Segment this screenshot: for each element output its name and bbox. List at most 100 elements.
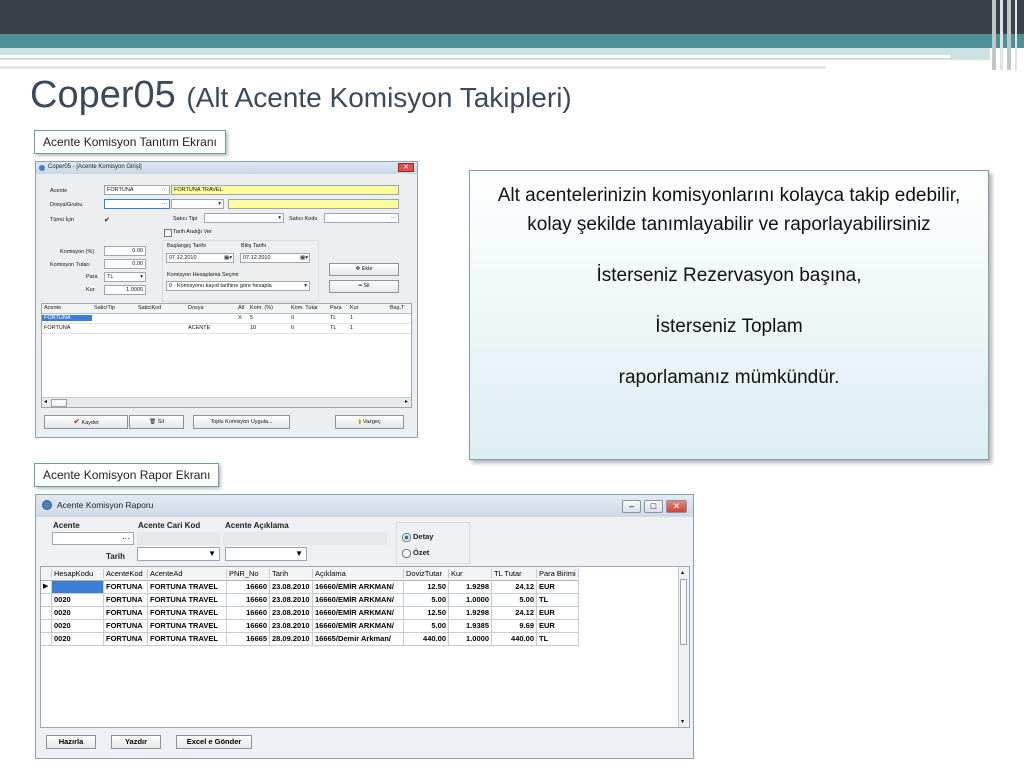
lookup-dots-icon[interactable]: ··· [122,534,130,543]
table-cell: 0 [291,315,295,321]
scroll-right-icon[interactable]: ▸ [405,398,408,405]
table-cell: FORTUNA [103,620,147,632]
sil-button[interactable]: 🗑 Sil [129,415,184,429]
column-header[interactable]: DovizTutar [403,569,448,578]
column-header[interactable]: Acente [42,305,92,311]
title-main: Coper05 [30,74,176,116]
excel-button[interactable]: Excel e Gönder [176,735,252,749]
hazirla-button[interactable]: Hazırla [46,735,96,749]
lookup-dots-icon[interactable]: ··· [162,201,168,207]
calendar-icon[interactable]: ▦▾ [300,255,308,261]
date-group [162,240,319,302]
lookup-dots-icon[interactable]: ··· [162,187,168,193]
table-cell: ACENTE [188,325,211,331]
bitis-date-field[interactable]: 07.12.2010 ▦▾ [240,253,310,263]
tarih-start-select[interactable]: ▼ [137,547,220,561]
label-acente: Acente [53,521,80,530]
column-header[interactable]: SaticiKod [136,305,186,311]
komisyon-yuzde-field[interactable]: 0.00 [104,246,146,256]
column-header[interactable]: SaticiTip [92,305,136,311]
maximize-icon[interactable]: □ [644,500,663,513]
table-row[interactable]: FORTUNA X 5 0 TL 1 [42,314,411,324]
commission-report-window: Acente Komisyon Raporu – □ ✕ Acente Acen… [35,494,694,759]
acente-code-field[interactable]: FORTUNA ··· [104,185,170,195]
table-row[interactable]: 0020 FORTUNA FORTUNA TRAVEL 16660 23.08.2010… [41,607,579,620]
scroll-down-icon[interactable]: ▾ [681,718,684,725]
column-header[interactable]: AcenteKod [103,569,147,578]
table-cell: 16660/EMİR ARKMAN/ [312,581,403,593]
scrollbar-thumb[interactable] [51,399,67,407]
commission-entry-window: Coper05 - [Acente Komisyon Girişi] ✕ Ace… [35,161,418,438]
table-cell: 12.50 [403,607,448,619]
lookup-dots-icon[interactable]: ··· [391,215,397,221]
chevron-down-icon: ▾ [278,215,281,221]
chevron-down-icon: ▼ [295,549,303,558]
window-title: Coper05 - [Acente Komisyon Girişi] [48,164,142,170]
table-cell: 1.0000 [448,594,491,606]
toplu-komisyon-button[interactable]: Toplu Komisyon Uygula... [193,415,290,429]
column-header[interactable]: Tarih [269,569,312,578]
table-cell: 23.08.2010 [269,594,312,606]
column-header[interactable]: Kom. (%) [248,305,289,311]
column-header[interactable]: Dosya [186,305,236,311]
add-icon: ✥ [355,266,361,272]
yazdir-button[interactable]: Yazdır [111,735,161,749]
tarih-araligi-checkbox[interactable] [164,229,172,237]
table-cell: 10 [250,325,257,331]
column-header[interactable]: Kom. Tutar [289,305,328,311]
ekle-button[interactable]: ✥ Ekle [329,263,399,276]
ozet-radio[interactable] [402,549,411,558]
column-header[interactable]: HesapKodu [51,569,103,578]
table-row[interactable]: FORTUNA ACENTE 10 0 TL 1 [42,324,411,334]
vazgec-label: Vazgeç [362,419,381,425]
vazgec-button[interactable]: ▮ Vazgeç [335,415,404,429]
grup-name-field[interactable] [228,199,399,209]
table-row[interactable]: 0020 FORTUNA FORTUNA TRAVEL 16660 23.08.2010… [41,594,579,607]
table-row[interactable]: 0020 FORTUNA FORTUNA TRAVEL 16660 23.08.2010… [41,620,579,633]
close-icon[interactable]: ✕ [398,163,414,172]
column-header[interactable]: Kur [448,569,491,578]
column-header[interactable]: TL Tutar [491,569,536,578]
column-header[interactable]: Açıklama [312,569,403,578]
table-cell: EUR [536,620,579,632]
table-header: Acente SaticiTip SaticiKod Dosya All Kom… [42,304,411,314]
table-row[interactable]: 0020 FORTUNA FORTUNA TRAVEL 16665 28.09.2010… [41,633,579,646]
detay-radio[interactable] [402,533,411,542]
komisyon-tutari-field[interactable]: 0.00 [104,259,146,269]
report-table: HesapKodu AcenteKod AcenteAd PNR_No Tari… [40,566,690,728]
column-header[interactable]: AcenteAd [147,569,226,578]
tarih-end-select[interactable]: ▼ [225,547,307,561]
column-header[interactable]: Kur [348,305,388,311]
minimize-icon[interactable]: – [622,500,641,513]
column-header[interactable]: Para [328,305,348,311]
scroll-left-icon[interactable]: ◂ [44,398,47,405]
table-cell: 24.12 [491,607,536,619]
satici-tipi-select[interactable]: ▾ [204,213,284,223]
table-row[interactable]: ▶ FORTUNA FORTUNA TRAVEL 16660 23.08.2010 166… [41,581,579,594]
column-header[interactable]: Baş.T [388,305,411,311]
scroll-up-icon[interactable]: ▴ [681,569,684,576]
commission-table: Acente SaticiTip SaticiKod Dosya All Kom… [41,303,412,408]
sil-side-button[interactable]: ━ Sil [329,280,399,293]
kaydet-button[interactable]: ✔ Kaydet [44,415,128,429]
column-header[interactable]: All [236,305,248,311]
baslangic-date-field[interactable]: 07.12.2010 ▦▾ [166,253,234,263]
kur-field[interactable]: 1.0000 [104,285,146,295]
acente-name-field[interactable]: FORTUNA TRAVEL [171,185,399,195]
acente-field[interactable]: ··· [52,532,134,545]
horizontal-scrollbar[interactable]: ◂ ▸ [42,397,411,407]
calendar-icon[interactable]: ▦▾ [224,255,232,261]
satici-kodu-field[interactable]: ··· [324,213,399,223]
vertical-scrollbar[interactable]: ▴ ▾ [678,567,689,727]
close-icon[interactable]: ✕ [666,500,687,513]
dosya-field[interactable]: ··· [104,199,170,209]
column-header[interactable]: Para Birimi [536,569,579,578]
hesaplama-select[interactable]: 0 - Komisyonu kayıd tarihine göre hesapl… [166,281,310,291]
table-cell: 5.00 [403,620,448,632]
scrollbar-thumb[interactable] [680,579,687,645]
tumu-icin-checkbox[interactable]: ✔ [104,216,110,224]
grup-select[interactable]: ▾ [171,199,224,209]
para-select[interactable]: TL ▾ [104,272,146,282]
sil-label: Sil [157,419,164,425]
column-header[interactable]: PNR_No [226,569,269,578]
